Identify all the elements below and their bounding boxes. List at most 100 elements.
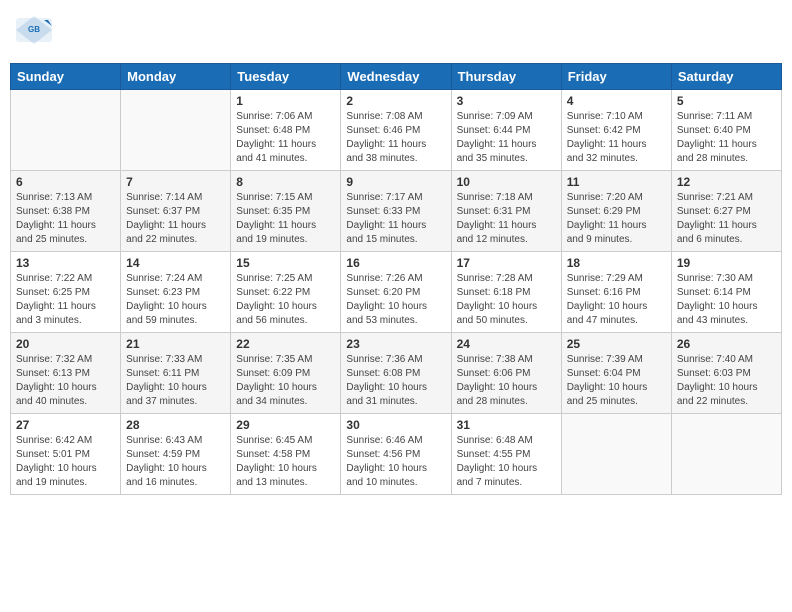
day-info: Sunrise: 7:24 AM Sunset: 6:23 PM Dayligh… xyxy=(126,272,225,328)
calendar-cell: 2Sunrise: 7:08 AM Sunset: 6:46 PM Daylig… xyxy=(341,90,451,171)
calendar-cell: 17 Sunrise: 7:28 AM Sunset: 6:18 PM Dayli… xyxy=(451,252,561,333)
weekday-header-row: SundayMondayTuesdayWednesdayThursdayFrid… xyxy=(11,64,782,90)
weekday-header-wednesday: Wednesday xyxy=(341,64,451,90)
day-info: Sunrise: 7:13 AM Sunset: 6:38 PM Dayligh… xyxy=(16,191,115,247)
calendar-cell: 23 Sunrise: 7:36 AM Sunset: 6:08 PM Dayli… xyxy=(341,333,451,414)
weekday-header-thursday: Thursday xyxy=(451,64,561,90)
calendar-cell: 15Sunrise: 7:25 AM Sunset: 6:22 PM Dayli… xyxy=(231,252,341,333)
calendar-table: SundayMondayTuesdayWednesdayThursdayFrid… xyxy=(10,63,782,495)
day-info: Sunrise: 7:06 AM Sunset: 6:48 PM Dayligh… xyxy=(236,110,335,166)
calendar-cell: 10 Sunrise: 7:18 AM Sunset: 6:31 PM Dayli… xyxy=(451,171,561,252)
calendar-cell: 18 Sunrise: 7:29 AM Sunset: 6:16 PM Dayli… xyxy=(561,252,671,333)
calendar-cell: 5 Sunrise: 7:11 AM Sunset: 6:40 PM Daylig… xyxy=(671,90,781,171)
weekday-header-sunday: Sunday xyxy=(11,64,121,90)
calendar-cell: 25Sunrise: 7:39 AM Sunset: 6:04 PM Dayli… xyxy=(561,333,671,414)
weekday-header-monday: Monday xyxy=(121,64,231,90)
day-number: 18 xyxy=(567,256,666,270)
day-info: Sunrise: 7:14 AM Sunset: 6:37 PM Dayligh… xyxy=(126,191,225,247)
week-row-2: 6 Sunrise: 7:13 AM Sunset: 6:38 PM Daylig… xyxy=(11,171,782,252)
day-info: Sunrise: 7:29 AM Sunset: 6:16 PM Dayligh… xyxy=(567,272,666,328)
calendar-cell xyxy=(11,90,121,171)
calendar-cell: 6 Sunrise: 7:13 AM Sunset: 6:38 PM Daylig… xyxy=(11,171,121,252)
day-number: 14 xyxy=(126,256,225,270)
day-number: 29 xyxy=(236,418,335,432)
calendar-cell: 29Sunrise: 6:45 AM Sunset: 4:58 PM Dayli… xyxy=(231,414,341,495)
day-number: 24 xyxy=(457,337,556,351)
calendar-cell: 14 Sunrise: 7:24 AM Sunset: 6:23 PM Dayli… xyxy=(121,252,231,333)
calendar-cell xyxy=(561,414,671,495)
day-number: 21 xyxy=(126,337,225,351)
calendar-cell: 9 Sunrise: 7:17 AM Sunset: 6:33 PM Daylig… xyxy=(341,171,451,252)
day-number: 12 xyxy=(677,175,776,189)
logo: GB xyxy=(14,10,56,55)
day-info: Sunrise: 7:26 AM Sunset: 6:20 PM Dayligh… xyxy=(346,272,445,328)
day-info: Sunrise: 7:30 AM Sunset: 6:14 PM Dayligh… xyxy=(677,272,776,328)
day-info: Sunrise: 7:20 AM Sunset: 6:29 PM Dayligh… xyxy=(567,191,666,247)
calendar-cell: 21 Sunrise: 7:33 AM Sunset: 6:11 PM Dayli… xyxy=(121,333,231,414)
calendar-cell: 28 Sunrise: 6:43 AM Sunset: 4:59 PM Dayli… xyxy=(121,414,231,495)
day-number: 6 xyxy=(16,175,115,189)
day-info: Sunrise: 7:25 AM Sunset: 6:22 PM Dayligh… xyxy=(236,272,335,328)
calendar-cell: 31Sunrise: 6:48 AM Sunset: 4:55 PM Dayli… xyxy=(451,414,561,495)
day-number: 30 xyxy=(346,418,445,432)
calendar-cell: 12 Sunrise: 7:21 AM Sunset: 6:27 PM Dayli… xyxy=(671,171,781,252)
day-number: 20 xyxy=(16,337,115,351)
weekday-header-saturday: Saturday xyxy=(671,64,781,90)
day-info: Sunrise: 6:42 AM Sunset: 5:01 PM Dayligh… xyxy=(16,434,115,490)
day-info: Sunrise: 7:39 AM Sunset: 6:04 PM Dayligh… xyxy=(567,353,666,409)
day-info: Sunrise: 6:46 AM Sunset: 4:56 PM Dayligh… xyxy=(346,434,445,490)
calendar-cell: 27 Sunrise: 6:42 AM Sunset: 5:01 PM Dayli… xyxy=(11,414,121,495)
day-info: Sunrise: 7:15 AM Sunset: 6:35 PM Dayligh… xyxy=(236,191,335,247)
calendar-cell xyxy=(121,90,231,171)
day-number: 17 xyxy=(457,256,556,270)
day-info: Sunrise: 7:38 AM Sunset: 6:06 PM Dayligh… xyxy=(457,353,556,409)
page-header: GB xyxy=(10,10,782,55)
day-number: 8 xyxy=(236,175,335,189)
day-number: 27 xyxy=(16,418,115,432)
day-number: 10 xyxy=(457,175,556,189)
day-number: 16 xyxy=(346,256,445,270)
weekday-header-tuesday: Tuesday xyxy=(231,64,341,90)
calendar-cell: 8 Sunrise: 7:15 AM Sunset: 6:35 PM Daylig… xyxy=(231,171,341,252)
day-number: 31 xyxy=(457,418,556,432)
day-info: Sunrise: 7:10 AM Sunset: 6:42 PM Dayligh… xyxy=(567,110,666,166)
day-info: Sunrise: 7:21 AM Sunset: 6:27 PM Dayligh… xyxy=(677,191,776,247)
calendar-cell: 11Sunrise: 7:20 AM Sunset: 6:29 PM Dayli… xyxy=(561,171,671,252)
calendar-cell: 16 Sunrise: 7:26 AM Sunset: 6:20 PM Dayli… xyxy=(341,252,451,333)
day-number: 4 xyxy=(567,94,666,108)
day-info: Sunrise: 7:32 AM Sunset: 6:13 PM Dayligh… xyxy=(16,353,115,409)
day-number: 9 xyxy=(346,175,445,189)
calendar-cell: 30 Sunrise: 6:46 AM Sunset: 4:56 PM Dayli… xyxy=(341,414,451,495)
day-info: Sunrise: 7:35 AM Sunset: 6:09 PM Dayligh… xyxy=(236,353,335,409)
calendar-cell: 20 Sunrise: 7:32 AM Sunset: 6:13 PM Dayli… xyxy=(11,333,121,414)
day-number: 13 xyxy=(16,256,115,270)
day-number: 5 xyxy=(677,94,776,108)
day-info: Sunrise: 7:11 AM Sunset: 6:40 PM Dayligh… xyxy=(677,110,776,166)
day-number: 19 xyxy=(677,256,776,270)
day-info: Sunrise: 7:17 AM Sunset: 6:33 PM Dayligh… xyxy=(346,191,445,247)
calendar-cell xyxy=(671,414,781,495)
svg-text:GB: GB xyxy=(28,25,40,34)
day-info: Sunrise: 6:43 AM Sunset: 4:59 PM Dayligh… xyxy=(126,434,225,490)
day-number: 1 xyxy=(236,94,335,108)
calendar-cell: 1 Sunrise: 7:06 AM Sunset: 6:48 PM Daylig… xyxy=(231,90,341,171)
calendar-cell: 24 Sunrise: 7:38 AM Sunset: 6:06 PM Dayli… xyxy=(451,333,561,414)
day-number: 22 xyxy=(236,337,335,351)
day-number: 23 xyxy=(346,337,445,351)
week-row-4: 20 Sunrise: 7:32 AM Sunset: 6:13 PM Dayli… xyxy=(11,333,782,414)
day-info: Sunrise: 7:09 AM Sunset: 6:44 PM Dayligh… xyxy=(457,110,556,166)
day-info: Sunrise: 7:33 AM Sunset: 6:11 PM Dayligh… xyxy=(126,353,225,409)
day-number: 28 xyxy=(126,418,225,432)
week-row-5: 27 Sunrise: 6:42 AM Sunset: 5:01 PM Dayli… xyxy=(11,414,782,495)
calendar-cell: 3Sunrise: 7:09 AM Sunset: 6:44 PM Daylig… xyxy=(451,90,561,171)
week-row-1: 1 Sunrise: 7:06 AM Sunset: 6:48 PM Daylig… xyxy=(11,90,782,171)
calendar-cell: 26Sunrise: 7:40 AM Sunset: 6:03 PM Dayli… xyxy=(671,333,781,414)
day-number: 26 xyxy=(677,337,776,351)
calendar-cell: 19 Sunrise: 7:30 AM Sunset: 6:14 PM Dayli… xyxy=(671,252,781,333)
day-info: Sunrise: 7:28 AM Sunset: 6:18 PM Dayligh… xyxy=(457,272,556,328)
day-info: Sunrise: 7:18 AM Sunset: 6:31 PM Dayligh… xyxy=(457,191,556,247)
calendar-cell: 22 Sunrise: 7:35 AM Sunset: 6:09 PM Dayli… xyxy=(231,333,341,414)
day-info: Sunrise: 7:36 AM Sunset: 6:08 PM Dayligh… xyxy=(346,353,445,409)
calendar-cell: 7Sunrise: 7:14 AM Sunset: 6:37 PM Daylig… xyxy=(121,171,231,252)
calendar-cell: 13Sunrise: 7:22 AM Sunset: 6:25 PM Dayli… xyxy=(11,252,121,333)
